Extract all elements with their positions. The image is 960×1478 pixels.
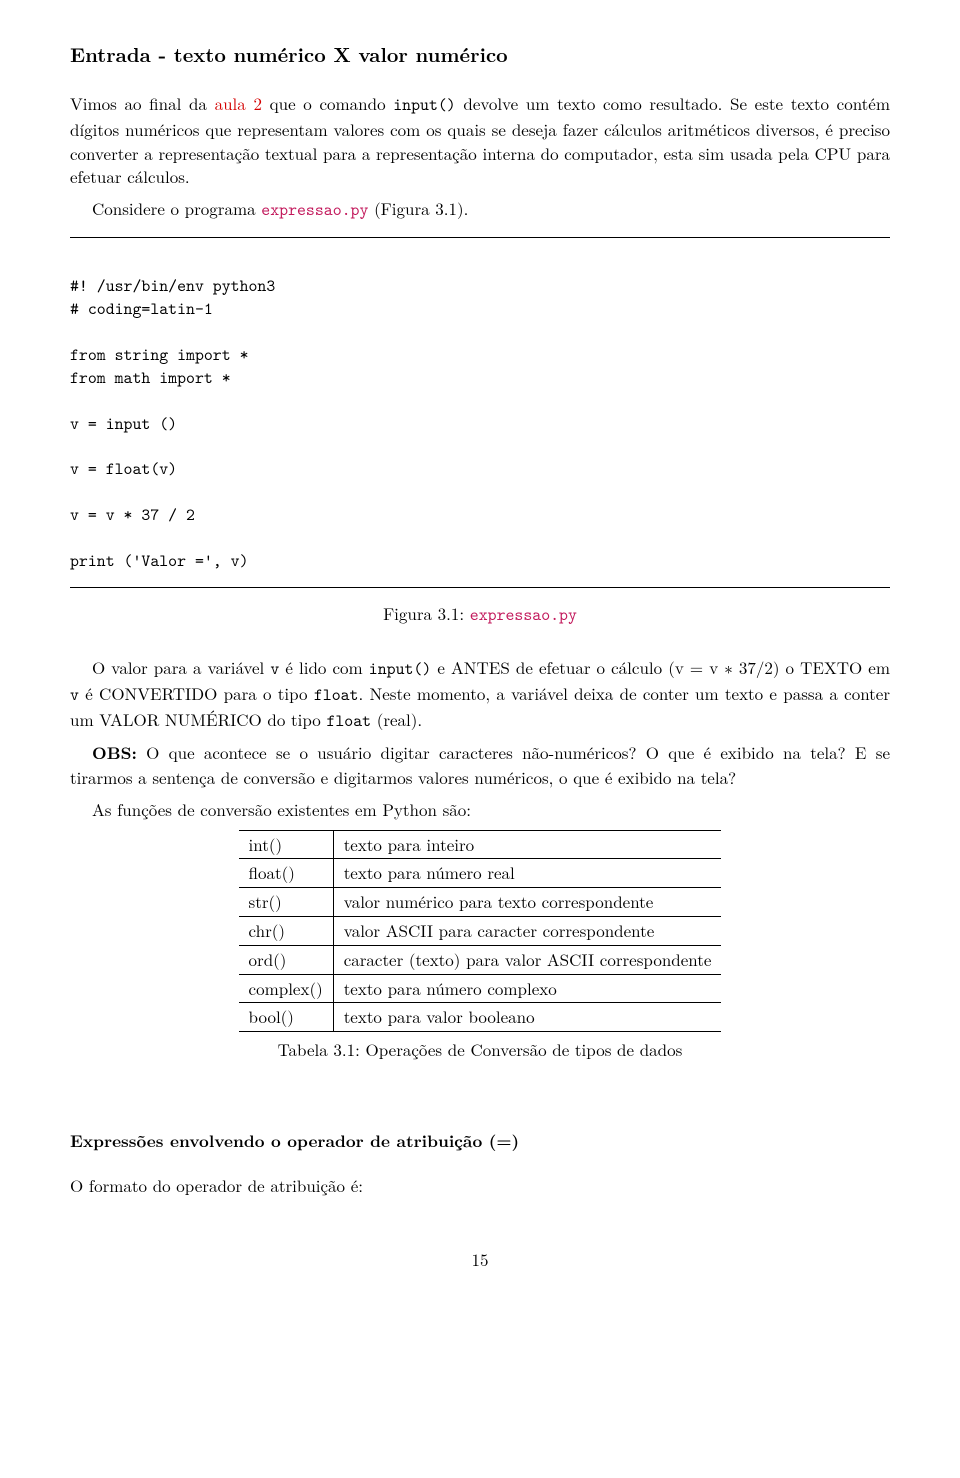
table-row: ord()caracter (texto) para valor ASCII c…: [239, 945, 722, 974]
caption-filename: expressao.py: [470, 604, 577, 626]
desc-cell: texto para número real: [333, 859, 721, 888]
table-row: float()texto para número real: [239, 859, 722, 888]
text: (real).: [371, 707, 422, 731]
code-inline-input2: input(): [369, 658, 431, 680]
code-rule-bottom: [70, 587, 890, 588]
table-row: int()texto para inteiro: [239, 830, 722, 859]
fn-cell: str(): [239, 888, 334, 917]
text: Vimos ao final da: [70, 91, 215, 115]
code-line: from math import *: [70, 367, 231, 389]
code-inline-expressao: expressao.py: [261, 199, 368, 221]
paragraph-intro: Vimos ao final da aula 2 que o comando i…: [70, 92, 890, 189]
figure-caption: Figura 3.1: expressao.py: [70, 602, 890, 628]
page-number: 15: [70, 1248, 890, 1272]
code-line: from string import *: [70, 344, 249, 366]
text: e ANTES de efetuar o cálculo (v = v ∗ 37…: [431, 655, 890, 679]
code-inline-v: v: [270, 658, 279, 680]
code-inline-v2: v: [70, 684, 79, 706]
table-row: complex()texto para número complexo: [239, 974, 722, 1003]
desc-cell: caracter (texto) para valor ASCII corres…: [333, 945, 721, 974]
text: O que acontece se o usuário digitar cara…: [70, 740, 890, 789]
subsection-heading: Expressões envolvendo o operador de atri…: [70, 1130, 890, 1154]
code-line: v = v * 37 / 2: [70, 504, 195, 526]
table-row: chr()valor ASCII para caracter correspon…: [239, 917, 722, 946]
code-line: #! /usr/bin/env python3: [70, 275, 275, 297]
code-line: v = input (): [70, 413, 177, 435]
fn-cell: complex(): [239, 974, 334, 1003]
code-line: # coding=latin-1: [70, 298, 213, 320]
section-heading: Entrada - texto numérico X valor numéric…: [70, 40, 890, 68]
fn-cell: bool(): [239, 1003, 334, 1032]
fn-cell: int(): [239, 830, 334, 859]
text: O valor para a variável: [92, 655, 270, 679]
link-aula2[interactable]: aula 2: [215, 91, 262, 115]
conversion-table: int()texto para inteiro float()texto par…: [239, 830, 722, 1033]
text: que o comando: [262, 91, 393, 115]
code-inline-input: input(): [393, 94, 455, 116]
table-caption: Tabela 3.1: Operações de Conversão de ti…: [70, 1038, 890, 1062]
table-row: bool()texto para valor booleano: [239, 1003, 722, 1032]
table-row: str()valor numérico para texto correspon…: [239, 888, 722, 917]
text: é lido com: [279, 655, 368, 679]
code-line: v = float(v): [70, 458, 177, 480]
fn-cell: float(): [239, 859, 334, 888]
desc-cell: valor ASCII para caracter correspondente: [333, 917, 721, 946]
desc-cell: valor numérico para texto correspondente: [333, 888, 721, 917]
paragraph-format: O formato do operador de atribuição é:: [70, 1174, 890, 1198]
text: Considere o programa: [92, 196, 261, 220]
code-line: print ('Valor =', v): [70, 550, 249, 572]
paragraph-consider: Considere o programa expressao.py (Figur…: [70, 197, 890, 223]
caption-label: Figura 3.1:: [383, 601, 470, 625]
code-listing: #! /usr/bin/env python3 # coding=latin-1…: [70, 252, 890, 573]
code-inline-float: float: [314, 684, 359, 706]
desc-cell: texto para valor booleano: [333, 1003, 721, 1032]
desc-cell: texto para número complexo: [333, 974, 721, 1003]
fn-cell: ord(): [239, 945, 334, 974]
paragraph-obs: OBS: O que acontece se o usuário digitar…: [70, 741, 890, 790]
code-rule-top: [70, 237, 890, 238]
code-inline-float2: float: [326, 710, 371, 732]
text: (Figura 3.1).: [368, 196, 468, 220]
desc-cell: texto para inteiro: [333, 830, 721, 859]
text: é CONVERTIDO para o tipo: [79, 681, 314, 705]
fn-cell: chr(): [239, 917, 334, 946]
paragraph-funcs: As funções de conversão existentes em Py…: [70, 798, 890, 822]
paragraph-explain: O valor para a variável v é lido com inp…: [70, 656, 890, 733]
obs-label: OBS:: [92, 741, 137, 765]
